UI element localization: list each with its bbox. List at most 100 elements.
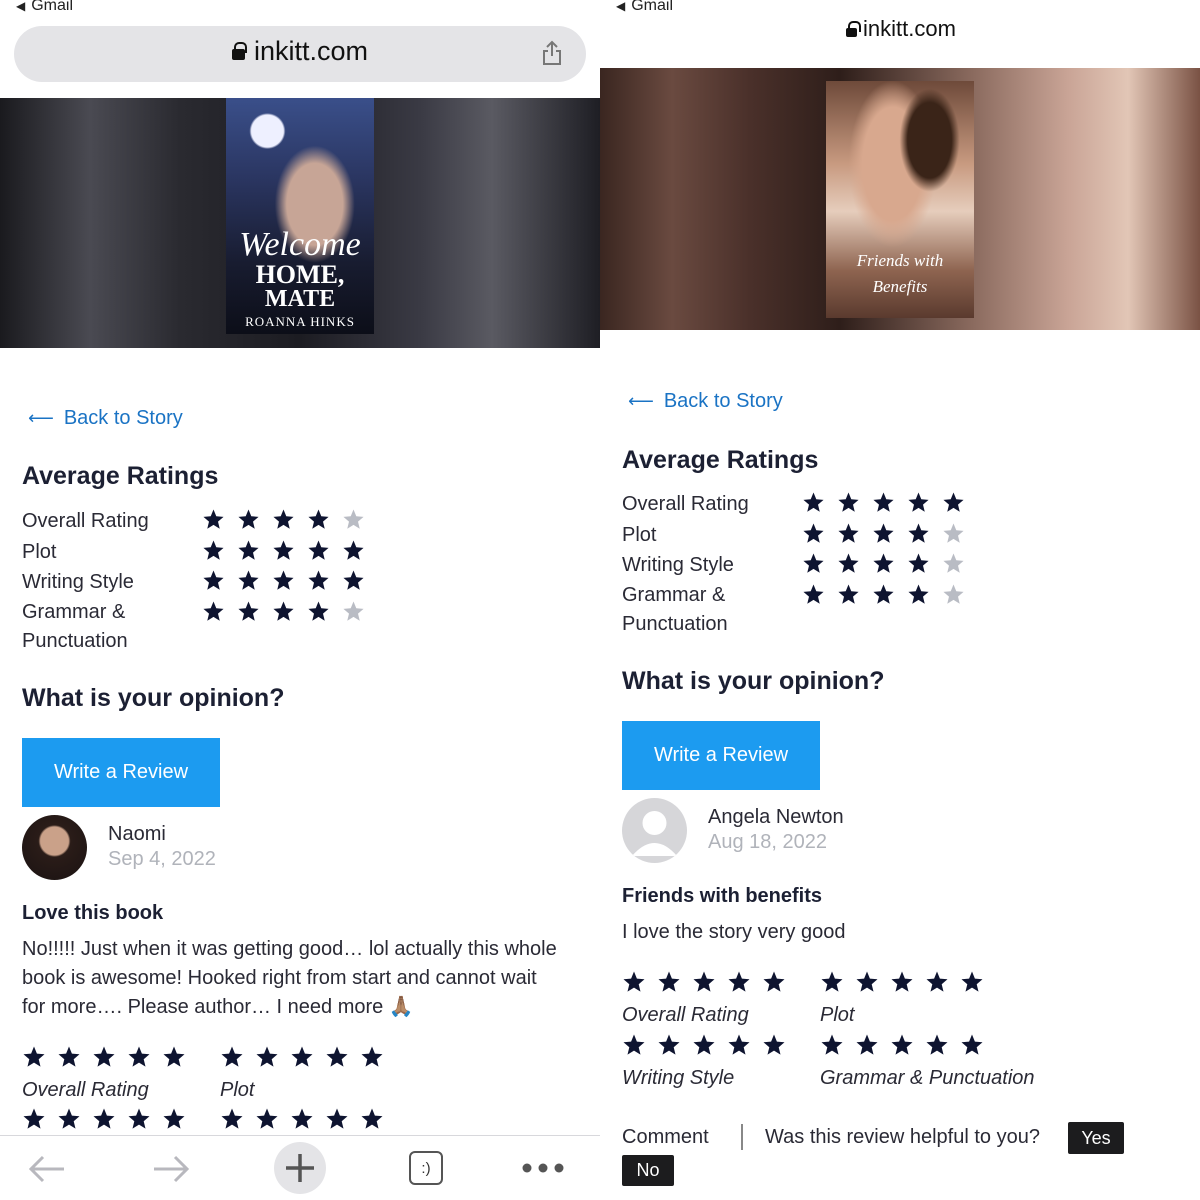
star-filled-icon [238, 601, 259, 621]
star-filled-icon [693, 971, 715, 992]
story-banner: Friends with Benefits [600, 68, 1200, 330]
book-cover[interactable]: Friends with Benefits [826, 81, 974, 318]
star-filled-icon [763, 1034, 785, 1055]
star-filled-icon [273, 540, 294, 560]
star-filled-icon [238, 570, 259, 590]
review-label-overall: Overall Rating [22, 1079, 149, 1101]
review-body-line-1: No!!!!! Just when it was getting good… l… [22, 938, 557, 960]
star-filled-icon [891, 1034, 913, 1055]
rating-label-writing: Writing Style [22, 571, 134, 593]
star-filled-icon [23, 1108, 45, 1129]
star-filled-icon [856, 971, 878, 992]
footer-divider [741, 1124, 743, 1150]
arrow-right-icon[interactable] [152, 1154, 190, 1184]
status-back-gmail[interactable]: ◀ Gmail [16, 0, 73, 15]
star-filled-icon [273, 570, 294, 590]
star-filled-icon [221, 1108, 243, 1129]
star-filled-icon [128, 1108, 150, 1129]
new-tab-button[interactable] [274, 1142, 326, 1194]
rating-label-plot: Plot [22, 541, 57, 563]
star-filled-icon [203, 570, 224, 590]
reviewer-name[interactable]: Angela Newton [708, 806, 844, 829]
star-filled-icon [23, 1046, 45, 1067]
avatar[interactable] [622, 798, 687, 863]
star-empty-icon [943, 523, 964, 543]
star-filled-icon [908, 584, 929, 604]
review-label-plot: Plot [820, 1004, 855, 1026]
avg-stars-writing [202, 569, 365, 592]
rating-label-grammar: Grammar & [22, 601, 126, 623]
star-filled-icon [326, 1046, 348, 1067]
helpful-yes-button[interactable]: Yes [1068, 1122, 1124, 1154]
star-filled-icon [693, 1034, 715, 1055]
back-to-story-link[interactable]: ⟵ Back to Story [628, 390, 783, 413]
default-user-icon [632, 811, 677, 856]
review-stars-plot [220, 1045, 384, 1069]
tab-switcher-icon[interactable]: :) [409, 1151, 443, 1185]
helpful-question: Was this review helpful to you? [765, 1126, 1040, 1148]
star-filled-icon [308, 509, 329, 529]
helpful-no-button[interactable]: No [622, 1155, 674, 1186]
reviewer-name[interactable]: Naomi [108, 823, 166, 846]
review-stars-grammar [220, 1107, 384, 1131]
back-to-story-link[interactable]: ⟵ Back to Story [28, 407, 183, 430]
book-cover[interactable]: Welcome HOME, MATE ROANNA HINKS [226, 98, 374, 334]
average-ratings-heading: Average Ratings [622, 446, 819, 474]
url-display[interactable]: inkitt.com [846, 16, 956, 42]
status-back-gmail[interactable]: ◀ Gmail [616, 0, 673, 15]
star-filled-icon [873, 523, 894, 543]
url-display[interactable]: inkitt.com [232, 36, 368, 67]
right-screenshot: ◀ Gmail inkitt.com Friends with Benefits … [600, 0, 1200, 1200]
review-body-line-1: I love the story very good [622, 921, 846, 943]
star-filled-icon [273, 601, 294, 621]
star-filled-icon [203, 509, 224, 529]
review-title: Love this book [22, 902, 164, 924]
cover-title-friends: Friends with [856, 251, 944, 270]
average-ratings-heading: Average Ratings [22, 462, 219, 490]
star-filled-icon [763, 971, 785, 992]
star-filled-icon [221, 1046, 243, 1067]
star-filled-icon [873, 553, 894, 573]
star-filled-icon [961, 971, 983, 992]
plus-icon [286, 1154, 314, 1182]
review-body-line-3: for more…. Please author… I need more 🙏🏽 [22, 996, 414, 1018]
arrow-left-icon[interactable] [28, 1154, 66, 1184]
star-filled-icon [856, 1034, 878, 1055]
star-filled-icon [926, 971, 948, 992]
star-filled-icon [728, 1034, 750, 1055]
star-filled-icon [926, 1034, 948, 1055]
comment-link[interactable]: Comment [622, 1126, 709, 1149]
star-filled-icon [961, 1034, 983, 1055]
star-filled-icon [838, 492, 859, 512]
write-review-button[interactable]: Write a Review [22, 738, 220, 807]
star-filled-icon [658, 971, 680, 992]
review-stars-plot [820, 970, 984, 994]
lock-icon [232, 42, 247, 60]
share-icon[interactable] [541, 40, 563, 66]
rating-label-punctuation: Punctuation [622, 613, 728, 635]
review-title: Friends with benefits [622, 885, 823, 907]
star-filled-icon [163, 1046, 185, 1067]
star-filled-icon [908, 553, 929, 573]
avg-stars-overall [202, 508, 365, 531]
review-label-grammar: Grammar & Punctuation [820, 1067, 1035, 1089]
cover-title-welcome: Welcome [239, 226, 361, 263]
star-filled-icon [838, 584, 859, 604]
star-filled-icon [838, 523, 859, 543]
star-filled-icon [238, 540, 259, 560]
star-filled-icon [238, 509, 259, 529]
avatar[interactable] [22, 815, 87, 880]
review-date: Sep 4, 2022 [108, 848, 216, 870]
avg-stars-writing [802, 552, 965, 575]
star-filled-icon [291, 1046, 313, 1067]
write-review-button[interactable]: Write a Review [622, 721, 820, 790]
star-filled-icon [326, 1108, 348, 1129]
star-filled-icon [343, 570, 364, 590]
star-empty-icon [943, 584, 964, 604]
more-dots-icon[interactable] [522, 1163, 564, 1173]
cover-title-benefits: Benefits [872, 277, 928, 296]
arrow-left-icon: ⟵ [628, 391, 654, 411]
review-stars-overall [622, 970, 786, 994]
star-filled-icon [873, 492, 894, 512]
star-filled-icon [623, 971, 645, 992]
